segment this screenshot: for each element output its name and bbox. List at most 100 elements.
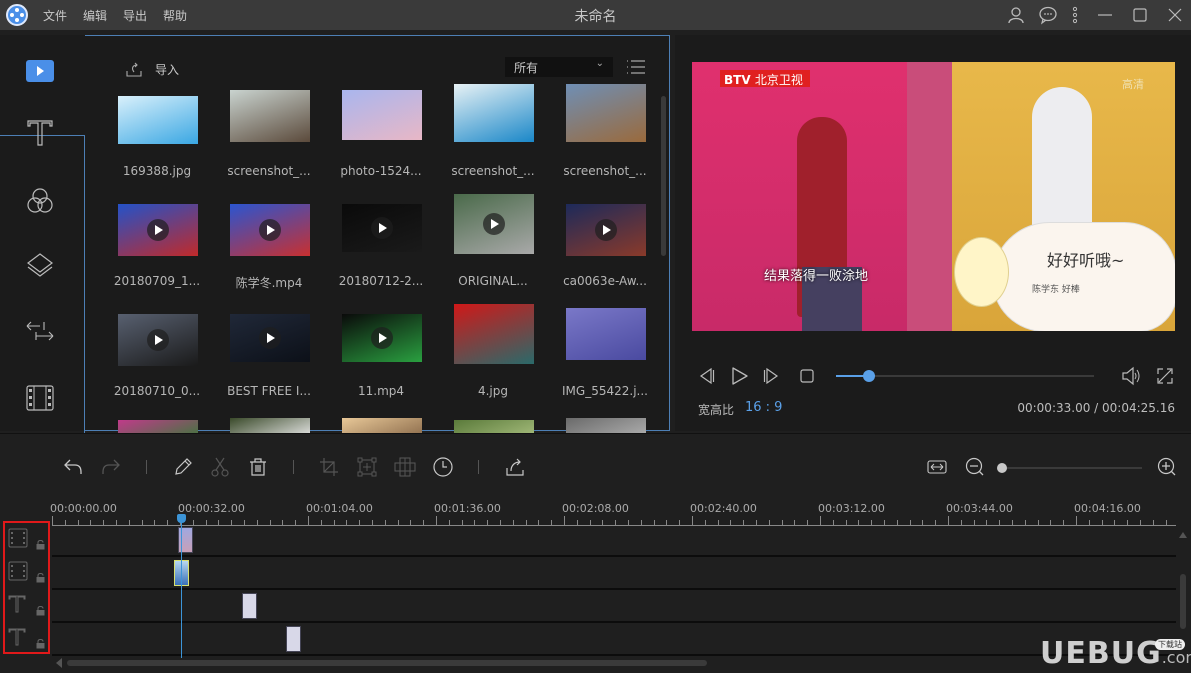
prev-frame-button[interactable] [697,366,717,386]
more-icon[interactable] [1065,5,1085,25]
zoom-in-button[interactable] [1156,456,1178,478]
media-item[interactable]: ca0063e-Aw... [555,194,655,294]
maximize-icon[interactable] [1130,5,1150,25]
media-label: 169388.jpg [122,164,192,178]
play-icon [732,367,748,385]
media-label: screenshot_... [563,164,647,178]
rail-filters-button[interactable] [22,183,58,219]
zoom-fit-button[interactable] [356,456,378,478]
text-clip[interactable] [286,626,301,652]
import-button[interactable]: 导入 [125,61,179,78]
media-item[interactable]: screenshot_... [219,84,319,184]
cut-button[interactable] [209,456,231,478]
edit-button[interactable] [172,456,194,478]
timeline-zoom-slider[interactable] [997,463,1142,473]
user-icon[interactable] [1006,5,1026,25]
preview-video-frame[interactable]: BTV 北京卫视 高清 结果落得一败涂地 好好听哦~ 陈学东 好棒 [692,62,1175,331]
media-item[interactable]: 20180709_1... [107,194,207,294]
media-thumbnail [342,314,422,362]
timeline-horizontal-scrollbar[interactable] [67,660,707,666]
rail-overlays-button[interactable] [22,247,58,283]
rail-transitions-button[interactable] [22,313,58,349]
export-button[interactable] [504,456,526,478]
close-icon[interactable] [1165,5,1185,25]
volume-button[interactable] [1121,366,1141,386]
ruler-label: 00:01:36.00 [434,502,501,515]
fullscreen-button[interactable] [1155,366,1175,386]
media-item[interactable]: 20180712-2... [331,194,431,294]
media-thumbnail [454,304,534,364]
list-view-button[interactable] [626,58,646,76]
time-separator: / [1090,401,1103,415]
zoom-out-button[interactable] [964,456,986,478]
timeline-ruler[interactable]: 00:00:00.00 00:00:32.00 00:01:04.00 00:01:3… [50,496,1176,526]
media-item[interactable]: ORIGINAL... [443,194,543,294]
play-icon [595,219,617,241]
media-library: 导入 所有 ⌄ 169388.jpg screenshot_... photo-15… [85,35,670,440]
aspect-ratio-value[interactable]: 16 : 9 [745,400,782,415]
media-item[interactable]: 4.jpg [443,304,543,404]
zoom-slider-handle[interactable] [997,463,1007,473]
track-video[interactable] [52,524,1176,557]
media-scrollbar[interactable] [661,96,666,256]
media-label: 4.jpg [477,384,509,398]
media-item[interactable]: 169388.jpg [107,84,207,184]
rail-elements-button[interactable] [22,380,58,416]
lock-icon[interactable] [36,573,45,583]
media-item[interactable]: photo-1524... [331,84,431,184]
media-item[interactable]: 20180710_0... [107,304,207,404]
menu-edit[interactable]: 编辑 [83,7,107,24]
duration-button[interactable] [432,456,454,478]
media-label: screenshot_... [227,164,311,178]
ruler-label: 00:00:32.00 [178,502,245,515]
minimize-icon[interactable] [1095,5,1115,25]
playhead-handle[interactable] [177,514,186,523]
media-item[interactable]: 11.mp4 [331,304,431,404]
lock-icon[interactable] [36,606,45,616]
playback-progress-slider[interactable] [836,370,1094,382]
menu-file[interactable]: 文件 [43,7,67,24]
media-item[interactable]: IMG_55422.j... [555,304,655,404]
menu-help[interactable]: 帮助 [163,7,187,24]
timeline-vertical-scrollbar[interactable] [1180,574,1186,629]
lock-icon[interactable] [36,540,45,550]
undo-button[interactable] [62,456,84,478]
rail-media-button[interactable] [22,53,58,89]
delete-button[interactable] [247,456,269,478]
crop-button[interactable] [318,456,340,478]
play-icon [371,217,393,239]
track-header [5,589,48,622]
media-thumbnail [230,314,310,362]
track-text[interactable] [52,590,1176,623]
media-label: BEST FREE I... [227,384,311,398]
redo-button[interactable] [100,456,122,478]
ruler-label: 00:01:04.00 [306,502,373,515]
track-video[interactable] [52,557,1176,590]
text-clip[interactable] [242,593,257,619]
media-thumbnail [566,204,646,256]
play-icon [259,327,281,349]
filter-dropdown[interactable]: 所有 ⌄ [505,57,613,77]
rail-text-button[interactable] [22,115,58,151]
next-frame-button[interactable] [761,366,781,386]
text-icon [8,627,26,647]
fit-timeline-button[interactable] [926,456,948,478]
media-item[interactable]: 陈学冬.mp4 [219,194,319,294]
mosaic-button[interactable] [393,456,416,478]
bubble-subtext: 陈学东 好棒 [1032,285,1080,295]
play-button[interactable] [729,366,749,386]
media-item[interactable]: screenshot_... [443,84,543,184]
ruler-label: 00:02:08.00 [562,502,629,515]
scroll-left-arrow[interactable] [56,658,62,668]
menu-export[interactable]: 导出 [123,7,147,24]
clock-icon [433,457,453,477]
media-item[interactable]: BEST FREE I... [219,304,319,404]
progress-handle[interactable] [863,370,876,382]
lock-icon[interactable] [36,639,45,649]
stop-button[interactable] [797,366,817,386]
scroll-up-arrow[interactable] [1179,532,1187,538]
media-item[interactable]: screenshot_... [555,84,655,184]
watermark-badge: 下载站 [1155,639,1185,650]
feedback-icon[interactable] [1038,5,1058,25]
track-text[interactable] [52,623,1176,656]
